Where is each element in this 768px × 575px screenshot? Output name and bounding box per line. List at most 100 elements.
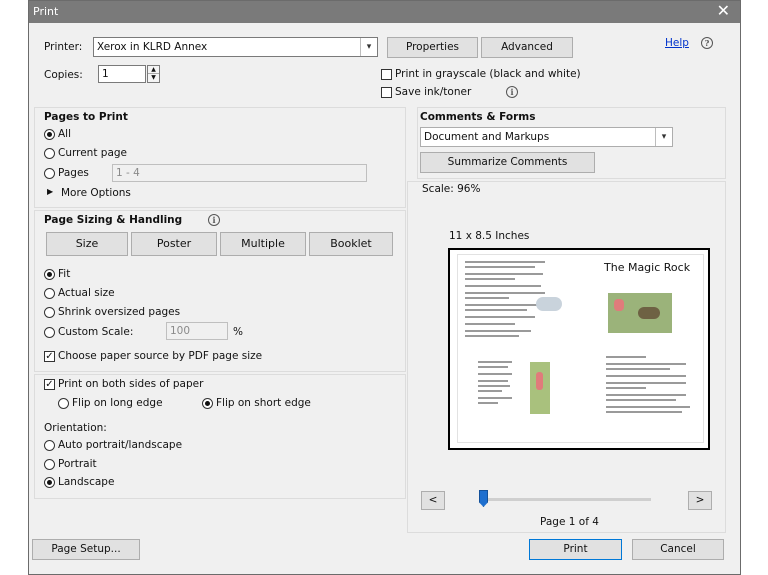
paper-size-label: 11 x 8.5 Inches [449,230,530,242]
text-line [465,323,515,325]
paper-source-checkbox[interactable]: ✓ [44,351,55,362]
text-line [465,297,509,299]
printer-label: Printer: [44,41,83,53]
shrink-label: Shrink oversized pages [58,306,181,318]
more-options-link[interactable]: More Options [61,187,131,199]
fit-radio[interactable] [44,269,55,280]
next-page-button[interactable]: > [688,491,712,510]
print-button[interactable]: Print [529,539,622,560]
landscape-label: Landscape [58,476,115,488]
text-line [465,330,531,332]
expand-arrow-icon[interactable]: ▶ [47,187,53,196]
percent-label: % [233,326,243,338]
text-line [606,399,676,401]
text-line [606,382,686,384]
text-line [465,292,545,294]
custom-scale-label: Custom Scale: [58,326,134,338]
text-line [478,402,498,404]
cancel-button[interactable]: Cancel [632,539,724,560]
save-ink-info-icon[interactable]: i [506,86,518,98]
portrait-label: Portrait [58,458,97,470]
actual-size-radio[interactable] [44,288,55,299]
stepper-up-icon[interactable]: ▲ [148,66,159,74]
custom-scale-input[interactable]: 100 [166,322,228,340]
actual-size-label: Actual size [58,287,115,299]
page-range-input[interactable]: 1 - 4 [112,164,367,182]
copies-input[interactable]: 1 [98,65,146,83]
text-line [606,368,670,370]
page-setup-button[interactable]: Page Setup... [32,539,140,560]
text-line [465,285,541,287]
text-line [606,356,646,358]
long-edge-label: Flip on long edge [72,397,163,409]
multiple-tab[interactable]: Multiple [220,232,306,256]
grayscale-label: Print in grayscale (black and white) [395,68,581,80]
current-page-label: Current page [58,147,127,159]
text-line [465,278,515,280]
grayscale-checkbox[interactable] [381,69,392,80]
all-radio[interactable] [44,129,55,140]
text-line [465,304,543,306]
chevron-down-icon: ▾ [360,38,377,56]
printer-value: Xerox in KLRD Annex [97,41,208,53]
poster-tab[interactable]: Poster [131,232,217,256]
short-edge-radio[interactable] [202,398,213,409]
close-icon[interactable]: ✕ [717,2,730,20]
comments-value: Document and Markups [424,131,550,143]
page-slider-track[interactable] [481,498,651,501]
dialog-title: Print [33,5,59,18]
illustration-image [530,362,550,414]
comments-title: Comments & Forms [420,111,536,123]
text-line [465,335,519,337]
page-title: The Magic Rock [604,261,691,274]
current-page-radio[interactable] [44,148,55,159]
title-bar: Print ✕ [29,1,740,23]
save-ink-label: Save ink/toner [395,86,472,98]
text-line [606,387,646,389]
auto-orientation-label: Auto portrait/landscape [58,439,183,451]
text-line [478,366,508,368]
portrait-radio[interactable] [44,459,55,470]
text-line [478,385,510,387]
page-indicator: Page 1 of 4 [540,516,599,528]
pages-to-print-title: Pages to Print [44,111,128,123]
save-ink-checkbox[interactable] [381,87,392,98]
custom-scale-radio[interactable] [44,327,55,338]
paper-source-label: Choose paper source by PDF page size [58,350,263,362]
text-line [478,373,512,375]
help-link[interactable]: Help [665,37,689,49]
stepper-down-icon[interactable]: ▼ [148,74,159,82]
fit-label: Fit [58,268,71,280]
sizing-info-icon[interactable]: i [208,214,220,226]
long-edge-radio[interactable] [58,398,69,409]
pages-label: Pages [58,167,89,179]
text-line [465,309,527,311]
text-line [606,411,682,413]
prev-page-button[interactable]: < [421,491,445,510]
summarize-comments-button[interactable]: Summarize Comments [420,152,595,173]
auto-orientation-radio[interactable] [44,440,55,451]
text-line [478,397,512,399]
advanced-button[interactable]: Advanced [481,37,573,58]
scale-label: Scale: 96% [422,183,481,195]
size-tab[interactable]: Size [46,232,128,256]
copies-stepper[interactable]: ▲ ▼ [147,65,160,83]
illustration-image [536,297,562,311]
short-edge-label: Flip on short edge [216,397,311,409]
shrink-radio[interactable] [44,307,55,318]
both-sides-checkbox[interactable]: ✓ [44,379,55,390]
help-info-icon[interactable]: ? [701,37,713,49]
comments-select[interactable]: Document and Markups ▾ [420,127,673,147]
page-sizing-title: Page Sizing & Handling [44,214,183,226]
print-dialog: Print ✕ Printer: Xerox in KLRD Annex ▾ P… [28,0,741,575]
text-line [606,363,686,365]
pages-radio[interactable] [44,168,55,179]
properties-button[interactable]: Properties [387,37,478,58]
text-line [465,261,545,263]
text-line [478,361,512,363]
booklet-tab[interactable]: Booklet [309,232,393,256]
text-line [606,375,686,377]
landscape-radio[interactable] [44,477,55,488]
both-sides-label: Print on both sides of paper [58,378,204,390]
printer-select[interactable]: Xerox in KLRD Annex ▾ [93,37,378,57]
